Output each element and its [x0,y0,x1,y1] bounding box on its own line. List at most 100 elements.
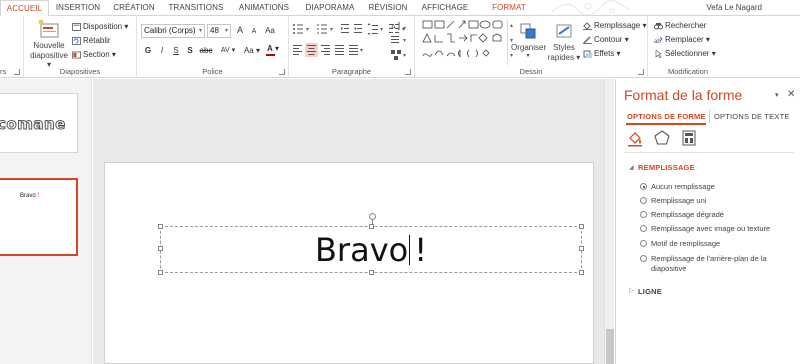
font-color-button[interactable]: A ▾ [263,42,283,56]
italic-button[interactable]: I [155,44,169,57]
tab-format[interactable]: FORMAT [482,0,536,16]
radio-button[interactable] [640,197,647,204]
font-name-value: Calibri (Corps) [144,26,196,35]
text-direction-icon: A [391,22,400,31]
char-spacing-button[interactable]: AV ▾ [217,44,239,57]
collapsed-triangle-icon[interactable]: ▷ [629,287,634,294]
radio-button[interactable] [640,225,647,232]
chevron-down-icon: ▾ [224,28,228,34]
fill-line-icon[interactable] [626,129,644,147]
binoculars-icon [654,22,663,30]
line-spacing-icon [367,23,378,35]
svg-text:ab: ab [654,39,661,44]
slide-thumbnail-pane: comane Bravo ! [0,79,92,364]
pane-options-chevron-icon[interactable]: ▾ [775,91,779,99]
tab-shape-options[interactable]: OPTIONS DE FORME [627,112,706,121]
close-icon[interactable]: ✕ [787,89,795,100]
arrange-button[interactable]: Organiser ▾ [511,20,546,66]
change-case-label: Aa [243,46,254,55]
shapes-gallery-icons [422,20,503,58]
fill-option-label: Remplissage de l'arrière-plan de la diap… [651,254,767,273]
expanded-triangle-icon[interactable]: ◢ [629,164,634,171]
resize-handle-ne[interactable] [579,224,584,229]
quick-styles-label-1: Styles [553,43,575,52]
section-button[interactable]: Section ▾ [72,48,116,61]
tab-affichage[interactable]: AFFICHAGE [416,0,474,16]
radio-button[interactable] [640,240,647,247]
vertical-scrollbar[interactable] [604,79,614,364]
current-slide[interactable]: Bravo! [104,162,594,364]
tab-accueil[interactable]: ACCUEIL [0,0,49,17]
scrollbar-thumb[interactable] [606,329,614,364]
clear-format-label: Aa [265,26,275,35]
cursor-icon [655,49,662,58]
tab-revision[interactable]: RÉVISION [364,0,412,16]
active-tab-underline [626,123,706,125]
rotate-handle-icon[interactable] [369,213,376,220]
radio-button[interactable] [640,255,647,262]
slide-thumbnail-1[interactable]: comane [0,93,78,153]
clipboard-launcher-icon[interactable] [14,69,20,75]
paragraph-launcher-icon[interactable] [405,69,411,75]
font-launcher-icon[interactable] [279,69,285,75]
slides-group-label: Diapositives [59,67,101,76]
slide-thumbnail-2[interactable]: Bravo ! [0,178,78,256]
find-button[interactable]: Rechercher [654,19,706,32]
section-icon [72,51,81,59]
slide-text[interactable]: Bravo! [161,231,581,269]
text-placeholder[interactable]: Bravo! [158,213,584,275]
tab-creation[interactable]: CRÉATION [108,0,160,16]
new-slide-label-1: Nouvelle [33,41,65,50]
clear-format-button[interactable]: Aa [263,24,277,37]
reset-button[interactable]: Rétablir [72,34,111,47]
font-name-combo[interactable]: Calibri (Corps) ▾ [141,24,205,38]
tab-text-options[interactable]: OPTIONS DE TEXTE [714,112,790,121]
line-section-header[interactable]: LIGNE [638,287,662,296]
change-case-button[interactable]: Aa ▾ [241,44,263,57]
tab-insertion[interactable]: INSERTION [52,0,104,16]
editing-group: Rechercher ab Remplacer ▾ Sélectionner ▾ … [648,16,728,78]
effects-pentagon-icon[interactable] [653,129,671,147]
radio-button[interactable] [640,183,647,190]
radio-button[interactable] [640,211,647,218]
slide-text-exclamation: ! [414,231,428,269]
char-spacing-label: AV [220,47,230,54]
tab-transitions[interactable]: TRANSITIONS [164,0,228,16]
shape-effects-button[interactable]: Effets ▾ [583,47,621,60]
bold-button[interactable]: G [141,44,155,57]
text-direction-buttons[interactable]: A ▾ ▾ ▾ [389,20,411,64]
shrink-font-button[interactable]: A [247,25,261,38]
tab-diaporama[interactable]: DIAPORAMA [300,0,360,16]
drawing-group: ▴ ▾ ▾ Organiser ▾ Styles rapides ▾ Remplis… [415,16,648,78]
shape-outline-button[interactable]: Contour ▾ [583,33,629,46]
underline-button[interactable]: S [169,44,183,57]
quick-styles-button[interactable]: Styles rapides ▾ [547,20,581,70]
grow-font-button[interactable]: A [233,24,247,37]
resize-handle-s[interactable] [369,270,374,275]
format-shape-pane: Format de la forme ▾ ✕ OPTIONS DE FORME … [615,79,800,364]
drawing-launcher-icon[interactable] [638,69,644,75]
resize-handle-nw[interactable] [158,224,163,229]
fill-section-header[interactable]: REMPLISSAGE [638,163,695,172]
slides-group: Nouvelle diapositive ▾ Disposition ▾ Rét… [24,16,137,78]
new-slide-button[interactable]: Nouvelle diapositive ▾ [28,18,70,69]
justify-icon [335,45,344,55]
shadow-button[interactable]: S [183,44,197,57]
shapes-gallery[interactable]: ▴ ▾ ▾ [421,19,513,65]
user-name[interactable]: Vefa Le Nagard [706,0,762,16]
slide-thumbnail-1-text: comane [0,115,66,134]
size-properties-icon[interactable] [680,129,698,147]
resize-handle-sw[interactable] [158,270,163,275]
align-text-icon [391,36,399,43]
resize-handle-n[interactable] [369,224,374,229]
strikethrough-button[interactable]: abc [197,44,215,57]
font-size-combo[interactable]: 48 ▾ [207,24,231,38]
paint-bucket-icon [583,22,592,30]
align-left-icon [293,45,302,55]
shape-fill-button[interactable]: Remplissage ▾ [583,19,647,32]
select-button[interactable]: Sélectionner ▾ [654,47,716,60]
resize-handle-se[interactable] [579,270,584,275]
replace-button[interactable]: ab Remplacer ▾ [654,33,710,46]
disposition-button[interactable]: Disposition ▾ [72,20,128,33]
tab-animations[interactable]: ANIMATIONS [232,0,296,16]
